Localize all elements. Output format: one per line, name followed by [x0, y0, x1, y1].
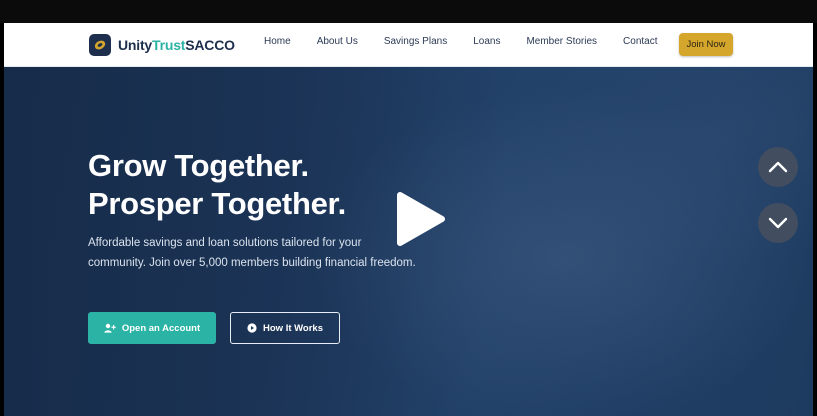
- nav-link-contact[interactable]: Contact: [623, 36, 657, 47]
- chevron-up-icon: [768, 161, 788, 173]
- hero-section: Grow Together. Prosper Together. Afforda…: [4, 67, 813, 416]
- hero-headline-line-1: Grow Together.: [88, 148, 309, 183]
- coin-logo-icon: [89, 34, 111, 56]
- nav-link-member-stories[interactable]: Member Stories: [526, 36, 597, 47]
- brand-name-accent: Trust: [152, 37, 186, 53]
- how-it-works-label: How It Works: [263, 322, 323, 334]
- play-icon[interactable]: [384, 187, 448, 251]
- hero-headline: Grow Together. Prosper Together.: [88, 147, 346, 223]
- hero-headline-line-2: Prosper Together.: [88, 186, 346, 221]
- user-plus-icon: [104, 323, 116, 333]
- hero-description: Affordable savings and loan solutions ta…: [88, 237, 416, 269]
- brand-name-prefix: Unity: [118, 37, 153, 53]
- join-now-button[interactable]: Join Now: [679, 33, 733, 56]
- nav-link-loans[interactable]: Loans: [473, 36, 500, 47]
- nav-link-savings-plans[interactable]: Savings Plans: [384, 36, 447, 47]
- site-header: UnityTrustSACCO Home About Us Savings Pl…: [4, 23, 813, 67]
- open-account-label: Open an Account: [121, 322, 201, 334]
- browser-top-bar: [0, 0, 817, 23]
- open-account-button[interactable]: Open an Account: [88, 312, 216, 344]
- scroll-down-button[interactable]: [758, 203, 798, 243]
- nav-link-about-us[interactable]: About Us: [317, 36, 358, 47]
- play-circle-icon: [247, 323, 257, 333]
- brand-logo[interactable]: UnityTrustSACCO: [89, 34, 235, 56]
- nav-link-home[interactable]: Home: [264, 36, 291, 47]
- brand-name: UnityTrustSACCO: [118, 37, 235, 53]
- chevron-down-icon: [768, 217, 788, 229]
- main-navigation: Home About Us Savings Plans Loans Member…: [264, 36, 684, 47]
- brand-name-suffix: SACCO: [185, 37, 235, 53]
- scroll-up-button[interactable]: [758, 147, 798, 187]
- how-it-works-button[interactable]: How It Works: [230, 312, 340, 344]
- website-frame: UnityTrustSACCO Home About Us Savings Pl…: [0, 23, 817, 416]
